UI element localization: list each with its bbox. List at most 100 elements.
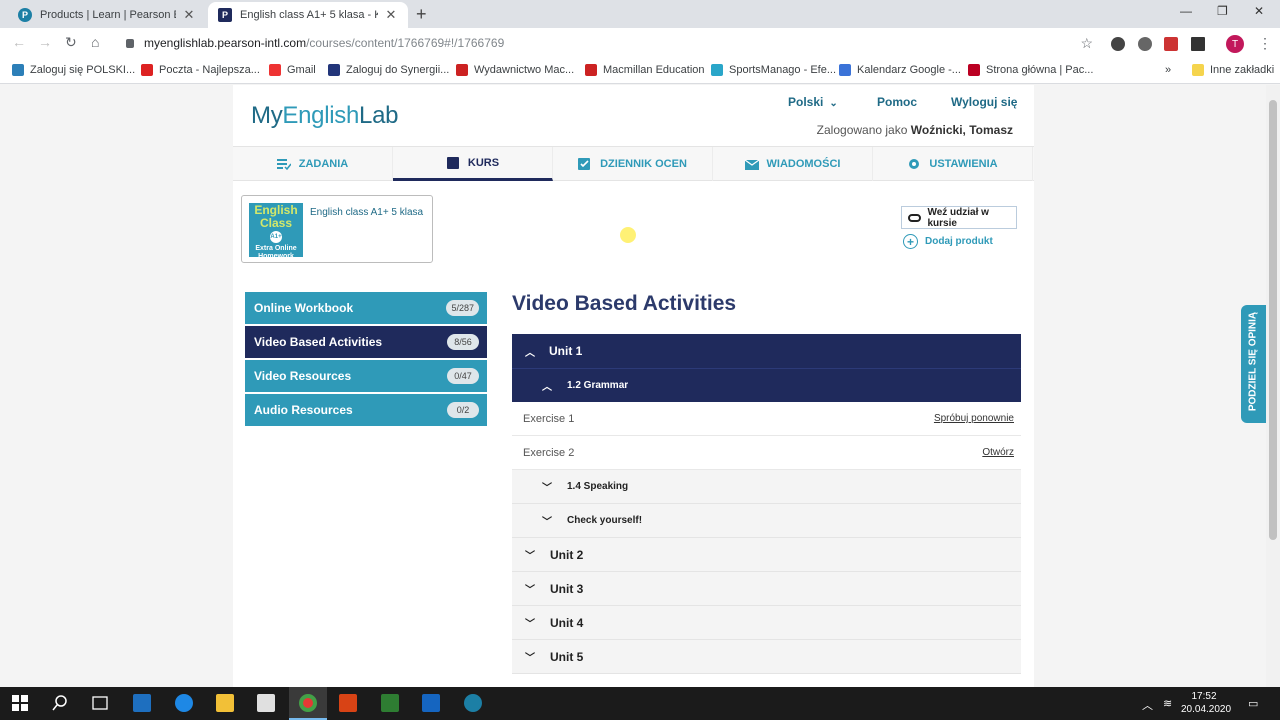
bookmark-item[interactable]: Macmillan Education bbox=[585, 64, 705, 76]
book-icon bbox=[446, 156, 459, 169]
back-icon[interactable]: ← bbox=[12, 34, 26, 50]
unit-header[interactable]: ﹀ Unit 4 bbox=[512, 606, 1021, 640]
bookmark-item[interactable]: Inne zakładki bbox=[1192, 64, 1274, 76]
word-icon[interactable] bbox=[422, 694, 440, 712]
system-clock[interactable]: 17:52 20.04.2020 bbox=[1181, 690, 1231, 716]
browser-tab-course[interactable]: P English class A1+ 5 klasa - Kurs ✕ bbox=[208, 2, 408, 28]
gear-icon bbox=[909, 159, 920, 169]
wifi-icon[interactable]: ≋ bbox=[1163, 697, 1172, 710]
progress-count-badge: 0/2 bbox=[447, 402, 479, 418]
main-navigation: ZADANIA KURS DZIENNIK OCEN WIADOMOŚCI US… bbox=[233, 146, 1034, 181]
bookmark-favicon-icon bbox=[456, 64, 468, 76]
sidebar-item-audio-resources[interactable]: Audio Resources 0/2 bbox=[245, 394, 487, 426]
chevron-up-icon: ︿ bbox=[542, 382, 552, 393]
myenglishlab-logo[interactable]: MyEnglishLab bbox=[251, 102, 398, 130]
gmail-icon bbox=[269, 64, 281, 76]
reload-icon[interactable]: ↻ bbox=[65, 34, 77, 51]
windows-start-icon[interactable] bbox=[11, 694, 29, 712]
bookmark-item[interactable]: Gmail bbox=[269, 64, 316, 76]
help-link[interactable]: Pomoc bbox=[877, 95, 917, 109]
tray-chevron-up-icon[interactable]: ︿ bbox=[1142, 697, 1153, 713]
bookmark-item[interactable]: Zaloguj do Synergii... bbox=[328, 64, 449, 76]
store-icon[interactable] bbox=[257, 694, 275, 712]
unit-header-expanded[interactable]: ︿ Unit 1 bbox=[512, 334, 1021, 368]
powerpoint-icon[interactable] bbox=[339, 694, 357, 712]
scrollbar-thumb[interactable] bbox=[1269, 100, 1277, 540]
bookmark-star-icon[interactable]: ☆ bbox=[1080, 35, 1093, 52]
pearson-app-icon[interactable] bbox=[464, 694, 482, 712]
nav-ustawienia[interactable]: USTAWIENIA bbox=[873, 147, 1033, 181]
unit-header[interactable]: ﹀ Unit 2 bbox=[512, 538, 1021, 572]
page-scrollbar[interactable] bbox=[1266, 85, 1280, 687]
chrome-icon[interactable] bbox=[299, 694, 317, 712]
bookmark-favicon-icon bbox=[711, 64, 723, 76]
sidebar-item-video-resources[interactable]: Video Resources 0/47 bbox=[245, 360, 487, 392]
unit-header[interactable]: ﹀ Unit 3 bbox=[512, 572, 1021, 606]
chevron-down-icon: ﹀ bbox=[525, 551, 535, 562]
profile-avatar[interactable]: T bbox=[1226, 35, 1244, 53]
forward-icon[interactable]: → bbox=[38, 34, 52, 50]
file-explorer-icon[interactable] bbox=[216, 694, 234, 712]
product-name: English class A1+ 5 klasa bbox=[310, 207, 424, 218]
section-header[interactable]: ﹀ Check yourself! bbox=[512, 504, 1021, 538]
nav-kurs[interactable]: KURS bbox=[393, 147, 553, 181]
retry-link[interactable]: Spróbuj ponownie bbox=[934, 413, 1014, 424]
open-link[interactable]: Otwórz bbox=[982, 447, 1014, 458]
pdf-extension-icon[interactable] bbox=[1164, 37, 1178, 51]
progress-count-badge: 0/47 bbox=[447, 368, 479, 384]
envelope-icon bbox=[744, 159, 759, 170]
more-bookmarks-button[interactable]: » bbox=[1165, 64, 1171, 76]
minimize-icon[interactable]: — bbox=[1180, 4, 1192, 18]
join-course-button[interactable]: Weź udział w kursie bbox=[901, 206, 1017, 229]
nav-wiadomosci[interactable]: WIADOMOŚCI bbox=[713, 147, 873, 181]
bookmark-item[interactable]: Poczta - Najlepsza... bbox=[141, 64, 260, 76]
bookmark-item[interactable]: Zaloguj się POLSKI... bbox=[12, 64, 135, 76]
bookmark-item[interactable]: Strona główna | Pac... bbox=[968, 64, 1093, 76]
new-tab-icon[interactable]: + bbox=[416, 4, 427, 25]
close-tab-icon[interactable]: ✕ bbox=[182, 7, 196, 23]
close-tab-icon[interactable]: ✕ bbox=[384, 7, 398, 23]
list-icon bbox=[276, 159, 291, 170]
close-window-icon[interactable]: ✕ bbox=[1254, 4, 1264, 18]
grid-extension-icon[interactable] bbox=[1191, 37, 1205, 51]
extension-icon[interactable] bbox=[1138, 37, 1152, 51]
section-header-expanded[interactable]: ︿ 1.2 Grammar bbox=[512, 368, 1021, 402]
sidebar-item-video-based-activities[interactable]: Video Based Activities 8/56 bbox=[245, 326, 487, 358]
bookmark-item[interactable]: Kalendarz Google -... bbox=[839, 64, 961, 76]
more-menu-icon[interactable]: ⋮ bbox=[1258, 35, 1272, 52]
extension-icon[interactable] bbox=[1111, 37, 1125, 51]
excel-icon[interactable] bbox=[381, 694, 399, 712]
nav-dziennik-ocen[interactable]: DZIENNIK OCEN bbox=[553, 147, 713, 181]
bookmark-item[interactable]: SportsManago - Efe... bbox=[711, 64, 836, 76]
sidebar-item-online-workbook[interactable]: Online Workbook 5/287 bbox=[245, 292, 487, 324]
page-title: Video Based Activities bbox=[512, 292, 737, 315]
nav-zadania[interactable]: ZADANIA bbox=[233, 147, 393, 181]
language-selector[interactable]: Polski ⌄ bbox=[788, 95, 838, 109]
task-view-icon[interactable] bbox=[91, 694, 109, 712]
url-host: myenglishlab.pearson-intl.com bbox=[144, 36, 307, 50]
gradebook-icon bbox=[578, 158, 591, 170]
product-card[interactable]: English Class A1+ Extra Online Homework … bbox=[241, 195, 433, 263]
add-product-button[interactable]: + Dodaj produkt bbox=[903, 234, 993, 249]
exercise-row: Exercise 2 Otwórz bbox=[512, 436, 1021, 470]
logout-link[interactable]: Wyloguj się bbox=[951, 95, 1017, 109]
edge-icon[interactable] bbox=[175, 694, 193, 712]
search-icon[interactable] bbox=[51, 694, 69, 712]
progress-count-badge: 8/56 bbox=[447, 334, 479, 350]
home-icon[interactable]: ⌂ bbox=[91, 34, 99, 50]
chevron-up-icon: ︿ bbox=[525, 347, 535, 359]
link-icon bbox=[908, 213, 922, 222]
browser-tab-products[interactable]: P Products | Learn | Pearson English ✕ bbox=[8, 2, 206, 28]
chevron-down-icon: ﹀ bbox=[542, 517, 552, 528]
mail-icon[interactable] bbox=[133, 694, 151, 712]
feedback-tab[interactable]: PODZIEL SIĘ OPINIĄ bbox=[1241, 305, 1266, 423]
logged-in-user: Zalogowano jako Woźnicki, Tomasz bbox=[816, 123, 1013, 137]
section-header[interactable]: ﹀ 1.4 Speaking bbox=[512, 470, 1021, 504]
chevron-down-icon: ﹀ bbox=[525, 585, 535, 596]
notifications-icon[interactable]: ▭ bbox=[1248, 697, 1258, 710]
bookmark-item[interactable]: Wydawnictwo Mac... bbox=[456, 64, 574, 76]
unit-header[interactable]: ﹀ Unit 5 bbox=[512, 640, 1021, 674]
maximize-icon[interactable]: ❐ bbox=[1217, 4, 1228, 18]
url-field[interactable]: myenglishlab.pearson-intl.com/courses/co… bbox=[116, 32, 1101, 54]
unit-accordion: ︿ Unit 1 ︿ 1.2 Grammar Exercise 1 Spróbu… bbox=[512, 334, 1021, 674]
